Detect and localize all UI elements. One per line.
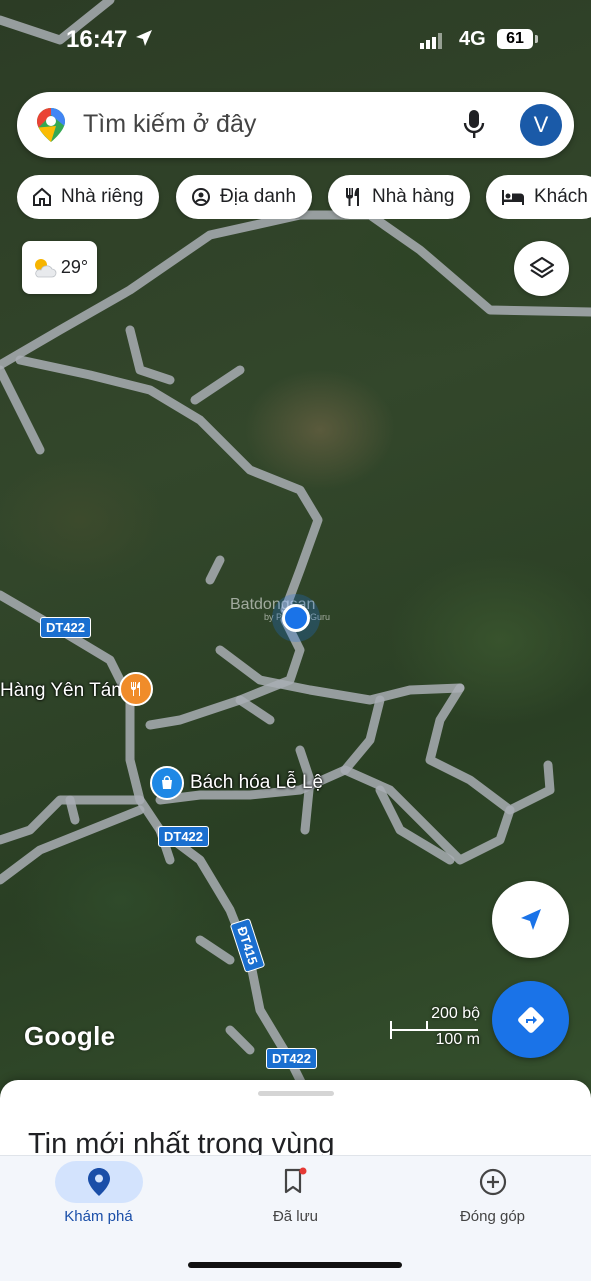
directions-icon <box>517 1006 544 1033</box>
store-poi-icon[interactable] <box>150 766 184 800</box>
microphone-icon[interactable] <box>463 108 485 140</box>
layers-button[interactable] <box>514 241 569 296</box>
my-location-button[interactable] <box>492 881 569 958</box>
add-circle-icon <box>449 1161 537 1203</box>
navigation-arrow-icon <box>520 908 541 930</box>
nav-saved[interactable]: Đã lưu <box>197 1156 394 1246</box>
layers-icon <box>529 256 554 278</box>
home-icon <box>31 186 53 208</box>
sheet-drag-handle[interactable] <box>258 1091 334 1096</box>
store-label[interactable]: Bách hóa Lễ Lệ <box>190 772 323 794</box>
map-scale: 200 bộ 100 m <box>390 1003 480 1053</box>
partly-cloudy-icon <box>34 258 57 277</box>
search-input[interactable]: Tìm kiếm ở đây <box>83 110 256 139</box>
restaurant-icon <box>342 186 364 208</box>
battery-icon: 61 <box>497 29 533 49</box>
restaurant-label[interactable]: Hàng Yên Tám <box>0 680 127 702</box>
google-logo: Google <box>24 1021 116 1051</box>
status-bar: 16:47 4G 61 <box>0 0 591 80</box>
road-shield-dt422: DT422 <box>266 1048 318 1069</box>
road-shield-dt422: DT422 <box>158 826 210 847</box>
bookmark-icon <box>252 1161 340 1203</box>
weather-chip[interactable]: 29° <box>22 241 97 294</box>
landmark-icon <box>190 186 212 208</box>
chip-landmarks[interactable]: Địa danh <box>176 175 313 219</box>
location-arrow-icon <box>136 30 152 46</box>
signal-icon <box>420 33 442 49</box>
status-time: 16:47 <box>66 26 128 53</box>
maps-pin-icon <box>37 108 65 142</box>
chip-restaurants[interactable]: Nhà hàng <box>328 175 471 219</box>
chip-hotels[interactable]: Khách <box>486 175 591 219</box>
home-indicator <box>188 1262 402 1268</box>
nav-explore[interactable]: Khám phá <box>0 1156 197 1246</box>
network-type: 4G <box>459 28 486 50</box>
current-location-dot[interactable] <box>282 604 310 632</box>
restaurant-poi-icon[interactable] <box>119 672 153 706</box>
directions-button[interactable] <box>492 981 569 1058</box>
chip-home[interactable]: Nhà riêng <box>17 175 160 219</box>
explore-pin-icon <box>54 1161 143 1203</box>
map-watermark: Batdongsanby PropertyGuru <box>230 596 330 622</box>
nav-contribute[interactable]: Đóng góp <box>394 1156 591 1246</box>
hotel-icon <box>500 187 526 207</box>
road-shield-dt422: DT422 <box>40 617 92 638</box>
category-chips: Nhà riêng Địa danh Nhà hàng Khách <box>17 175 591 219</box>
search-bar[interactable]: Tìm kiếm ở đây V <box>17 92 574 158</box>
weather-temp: 29° <box>60 257 89 277</box>
account-avatar[interactable]: V <box>520 104 562 146</box>
